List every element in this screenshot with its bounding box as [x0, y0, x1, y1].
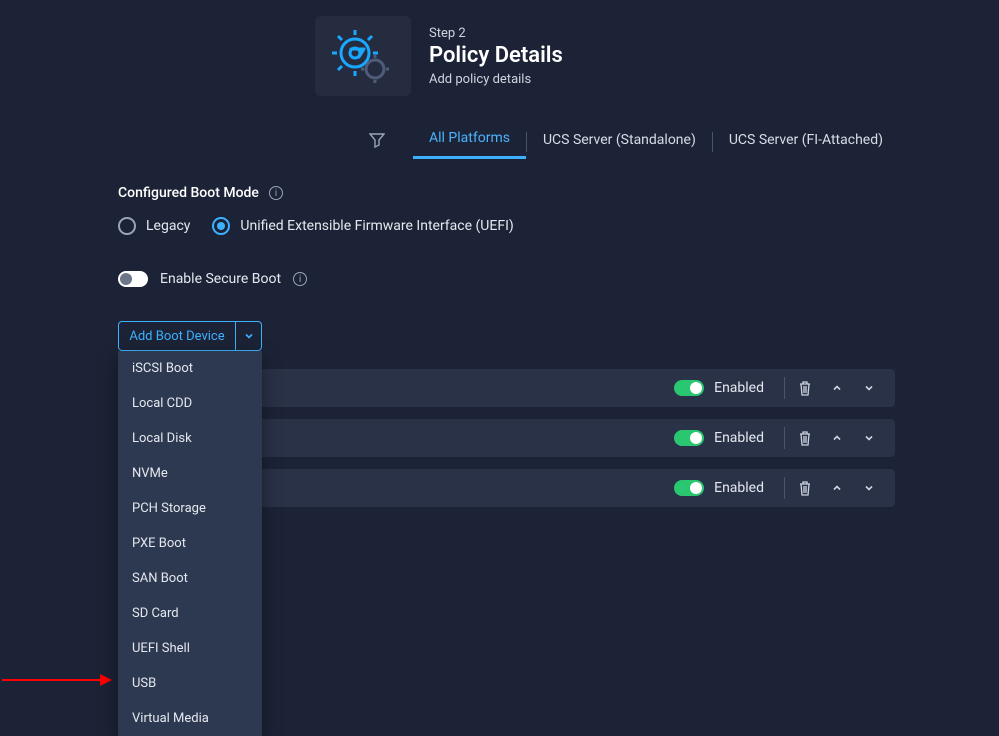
policy-gear-icon — [315, 16, 411, 96]
dropdown-item-sd-card[interactable]: SD Card — [118, 596, 262, 631]
secure-boot-label: Enable Secure Boot — [160, 271, 281, 287]
filter-icon[interactable] — [369, 132, 385, 152]
info-icon[interactable]: i — [293, 272, 307, 286]
dropdown-item-nvme[interactable]: NVMe — [118, 456, 262, 491]
boot-mode-radio-group: Legacy Unified Extensible Firmware Inter… — [118, 217, 895, 235]
boot-mode-uefi-radio[interactable]: Unified Extensible Firmware Interface (U… — [212, 217, 513, 235]
annotation-arrow — [2, 670, 112, 690]
page-subtitle: Add policy details — [429, 72, 563, 87]
dropdown-item-virtual-media[interactable]: Virtual Media — [118, 701, 262, 736]
device-enabled-label: Enabled — [714, 430, 764, 446]
tab-ucs-standalone[interactable]: UCS Server (Standalone) — [527, 126, 712, 158]
dropdown-item-local-cdd[interactable]: Local CDD — [118, 386, 262, 421]
dropdown-item-local-disk[interactable]: Local Disk — [118, 421, 262, 456]
add-boot-device-label: Add Boot Device — [119, 329, 235, 344]
move-up-icon[interactable] — [821, 373, 853, 403]
policy-details-form: Configured Boot Mode i Legacy Unified Ex… — [0, 159, 895, 507]
separator — [784, 477, 785, 499]
expand-icon[interactable] — [853, 373, 885, 403]
radio-label-legacy: Legacy — [146, 218, 190, 234]
dropdown-item-pxe-boot[interactable]: PXE Boot — [118, 526, 262, 561]
delete-icon[interactable] — [789, 423, 821, 453]
device-enabled-label: Enabled — [714, 480, 764, 496]
wizard-header: Step 2 Policy Details Add policy details — [0, 0, 999, 106]
secure-boot-toggle[interactable] — [118, 271, 148, 287]
delete-icon[interactable] — [789, 473, 821, 503]
chevron-down-icon[interactable] — [235, 322, 261, 350]
header-text-block: Step 2 Policy Details Add policy details — [429, 26, 563, 87]
info-icon[interactable]: i — [269, 186, 283, 200]
move-up-icon[interactable] — [821, 473, 853, 503]
add-boot-device-wrap: Add Boot Device iSCSI BootLocal CDDLocal… — [118, 321, 262, 351]
boot-mode-label-row: Configured Boot Mode i — [118, 185, 895, 201]
radio-checked-icon — [212, 217, 230, 235]
add-boot-device-button[interactable]: Add Boot Device — [118, 321, 262, 351]
step-label: Step 2 — [429, 26, 563, 41]
expand-icon[interactable] — [853, 473, 885, 503]
separator — [784, 427, 785, 449]
secure-boot-row: Enable Secure Boot i — [118, 271, 895, 287]
radio-unchecked-icon — [118, 217, 136, 235]
expand-icon[interactable] — [853, 423, 885, 453]
separator — [784, 377, 785, 399]
delete-icon[interactable] — [789, 373, 821, 403]
device-enabled-label: Enabled — [714, 380, 764, 396]
add-boot-device-dropdown: iSCSI BootLocal CDDLocal DiskNVMePCH Sto… — [118, 351, 262, 736]
tab-ucs-fi-attached[interactable]: UCS Server (FI-Attached) — [713, 126, 899, 158]
dropdown-item-iscsi-boot[interactable]: iSCSI Boot — [118, 351, 262, 386]
dropdown-item-usb[interactable]: USB — [118, 666, 262, 701]
dropdown-item-san-boot[interactable]: SAN Boot — [118, 561, 262, 596]
boot-mode-legacy-radio[interactable]: Legacy — [118, 217, 190, 235]
dropdown-item-uefi-shell[interactable]: UEFI Shell — [118, 631, 262, 666]
device-enabled-toggle[interactable] — [674, 480, 704, 496]
tab-all-platforms[interactable]: All Platforms — [413, 124, 526, 159]
platform-tabs: All Platforms UCS Server (Standalone) UC… — [0, 106, 999, 159]
page-title: Policy Details — [429, 43, 563, 68]
device-enabled-toggle[interactable] — [674, 380, 704, 396]
move-up-icon[interactable] — [821, 423, 853, 453]
boot-mode-label: Configured Boot Mode — [118, 185, 259, 201]
radio-label-uefi: Unified Extensible Firmware Interface (U… — [240, 218, 513, 234]
dropdown-item-pch-storage[interactable]: PCH Storage — [118, 491, 262, 526]
device-enabled-toggle[interactable] — [674, 430, 704, 446]
